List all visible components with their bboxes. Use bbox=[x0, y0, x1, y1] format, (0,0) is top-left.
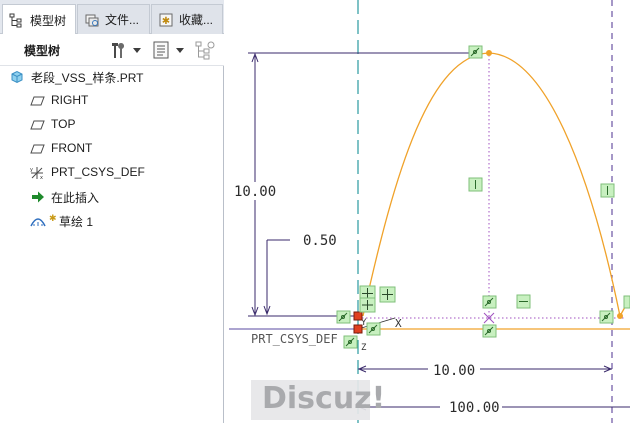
half-span-dimension-value[interactable]: 10.00 bbox=[433, 363, 475, 379]
part-icon bbox=[11, 70, 23, 84]
offset-dimension-value[interactable]: 0.50 bbox=[303, 233, 337, 249]
sketch-canvas[interactable]: 10.00 0.50 PRT_CSYS_DEF X Y Z 10.00 100.… bbox=[225, 0, 630, 423]
vertical-constraint-icon[interactable] bbox=[468, 177, 483, 192]
tree-item-label: PRT_CSYS_DEF bbox=[51, 165, 145, 179]
tab-label: 收藏... bbox=[179, 13, 214, 27]
spline-start-point[interactable] bbox=[353, 311, 363, 321]
constraint-symbols bbox=[336, 45, 630, 349]
datum-plane-icon bbox=[30, 144, 45, 154]
folder-browser-icon bbox=[84, 12, 100, 28]
settings-button[interactable] bbox=[108, 39, 141, 61]
tangent-constraint-icon[interactable] bbox=[482, 324, 497, 338]
show-menu-button[interactable] bbox=[151, 39, 185, 61]
tree-item-sketch[interactable]: ✱ 草绘 1 bbox=[0, 210, 224, 232]
tangent-constraint-icon[interactable] bbox=[599, 310, 614, 324]
tree-item-front[interactable]: FRONT bbox=[0, 138, 224, 160]
model-tree-toolbar: 模型树 bbox=[0, 34, 224, 66]
svg-text:✱: ✱ bbox=[49, 214, 57, 222]
tree-root-part[interactable]: 老段_VSS_样条.PRT bbox=[0, 66, 224, 88]
datum-plane-icon bbox=[30, 96, 45, 106]
panel-tab-bar: 模型树 文件... ✱ 收藏... bbox=[0, 0, 224, 35]
sketch-status-star-icon: ✱ bbox=[49, 214, 57, 222]
horizontal-constraint-icon[interactable] bbox=[516, 294, 531, 309]
panel-title: 模型树 bbox=[24, 44, 61, 58]
tree-item-right[interactable]: RIGHT bbox=[0, 90, 224, 112]
tab-label: 文件... bbox=[105, 13, 140, 27]
tree-item-label: 在此插入 bbox=[51, 191, 100, 205]
tangent-constraint-icon[interactable] bbox=[468, 45, 483, 59]
tangent-constraint-icon[interactable] bbox=[366, 322, 381, 336]
tree-filter-button[interactable] bbox=[194, 39, 218, 61]
tangent-constraint-icon[interactable] bbox=[623, 295, 630, 309]
tangent-constraint-icon[interactable] bbox=[482, 295, 497, 309]
tree-item-label: 草绘 1 bbox=[59, 215, 94, 229]
svg-text:✱: ✱ bbox=[162, 16, 170, 27]
z-axis-label: Z bbox=[361, 343, 367, 353]
tree-item-label: FRONT bbox=[51, 141, 93, 155]
vertical-constraint-icon[interactable] bbox=[600, 183, 615, 198]
sketch-icon bbox=[30, 218, 46, 227]
watermark-text: Discuz! bbox=[262, 381, 386, 416]
tab-file-browser[interactable]: 文件... bbox=[77, 4, 150, 34]
csys-label: PRT_CSYS_DEF bbox=[251, 332, 338, 346]
model-tree-panel: 模型树 文件... ✱ 收藏... 模型树 老段_VSS_样条.PRT RIGH… bbox=[0, 0, 224, 423]
csys-icon: y x bbox=[30, 167, 43, 181]
tree-item-label: TOP bbox=[51, 117, 76, 131]
span-dimension-value[interactable]: 100.00 bbox=[449, 400, 500, 416]
tab-favorites[interactable]: ✱ 收藏... bbox=[151, 4, 223, 34]
datum-plane-icon bbox=[30, 120, 45, 130]
origin-point[interactable] bbox=[353, 324, 363, 334]
spline-end-point[interactable] bbox=[617, 313, 623, 319]
favorites-icon: ✱ bbox=[158, 12, 174, 28]
move-handle-icon[interactable] bbox=[359, 297, 376, 313]
move-handle-icon[interactable] bbox=[379, 286, 396, 303]
x-axis-label: X bbox=[395, 317, 402, 330]
tree-item-top[interactable]: TOP bbox=[0, 114, 224, 136]
tab-label: 模型树 bbox=[30, 13, 67, 28]
insert-arrow-icon bbox=[32, 191, 44, 203]
tree-item-csys[interactable]: y x PRT_CSYS_DEF bbox=[0, 162, 224, 184]
tools-icon bbox=[112, 43, 125, 58]
spline-curve[interactable] bbox=[362, 52, 621, 317]
svg-text:x: x bbox=[40, 175, 43, 181]
svg-text:y: y bbox=[30, 167, 33, 173]
height-dimension-value[interactable]: 10.00 bbox=[234, 184, 276, 200]
model-tree-icon bbox=[9, 12, 25, 28]
intersection-cross-icon bbox=[483, 312, 495, 324]
tree-filter-icon bbox=[195, 41, 215, 60]
tree-item-insert-here[interactable]: 在此插入 bbox=[0, 186, 224, 208]
tab-model-tree[interactable]: 模型树 bbox=[2, 4, 76, 35]
apex-point[interactable] bbox=[486, 50, 492, 56]
list-icon bbox=[153, 41, 169, 59]
tree-item-label: RIGHT bbox=[51, 93, 89, 107]
tangent-constraint-icon[interactable] bbox=[343, 335, 358, 349]
graphics-window[interactable]: 10.00 0.50 PRT_CSYS_DEF X Y Z 10.00 100.… bbox=[225, 0, 630, 423]
part-name: 老段_VSS_样条.PRT bbox=[31, 71, 144, 85]
tangent-constraint-icon[interactable] bbox=[336, 310, 351, 324]
